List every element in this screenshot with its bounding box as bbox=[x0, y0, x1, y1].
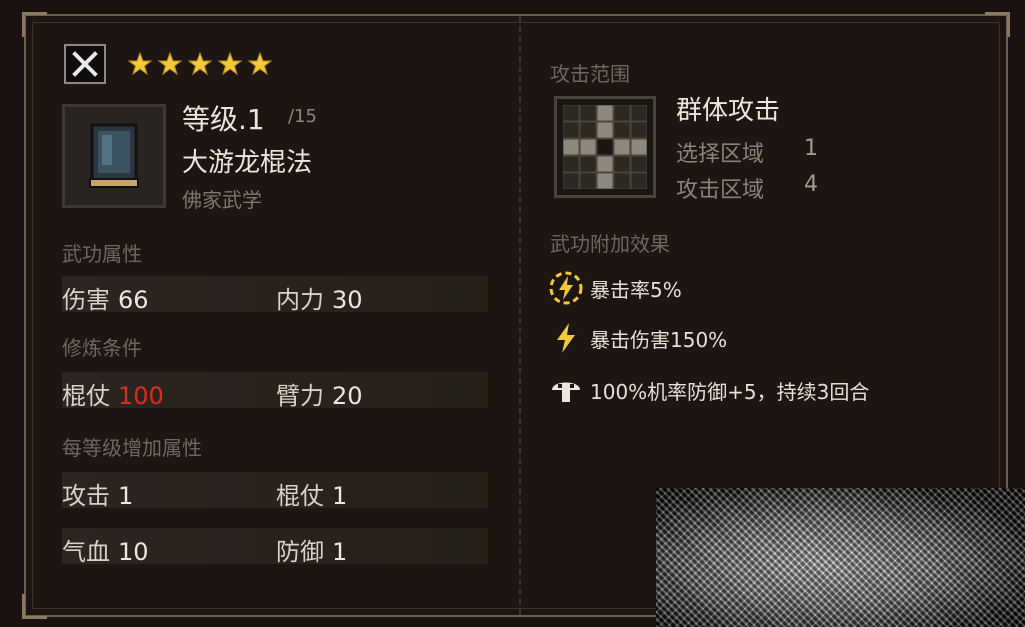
attack-area-label: 攻击区域 bbox=[676, 178, 765, 203]
range-pattern-icon bbox=[562, 104, 648, 190]
per-level-hp: 气血 10 bbox=[62, 532, 149, 567]
skill-school: 佛家武学 bbox=[182, 188, 262, 212]
stat-label: 内力 bbox=[276, 286, 324, 314]
skill-level-max: /15 bbox=[288, 106, 317, 127]
stat-label: 伤害 bbox=[62, 286, 110, 314]
effect-text: 暴击伤害150% bbox=[590, 327, 728, 352]
stat-value: 10 bbox=[118, 538, 149, 566]
stat-value-unmet: 100 bbox=[118, 382, 164, 410]
stat-value: 30 bbox=[332, 286, 363, 314]
per-level-defense: 防御 1 bbox=[276, 532, 347, 567]
stat-value: 66 bbox=[118, 286, 149, 314]
corner-ornament bbox=[22, 594, 47, 619]
attack-area-value: 4 bbox=[804, 172, 818, 197]
select-area-value: 1 bbox=[804, 136, 818, 161]
select-area: 选择区域 1 bbox=[676, 136, 818, 168]
per-level-attack: 攻击 1 bbox=[62, 476, 133, 511]
stat-label: 臂力 bbox=[276, 382, 324, 410]
panel-divider bbox=[519, 16, 521, 615]
corner-ornament bbox=[22, 12, 47, 37]
star-rating bbox=[128, 52, 272, 76]
effect-text: 暴击率5% bbox=[590, 277, 682, 302]
skill-item-slot[interactable] bbox=[62, 104, 166, 208]
select-area-label: 选择区域 bbox=[676, 142, 765, 167]
requirements-label: 修炼条件 bbox=[62, 336, 142, 360]
stat-damage: 伤害 66 bbox=[62, 280, 149, 315]
corner-ornament bbox=[985, 12, 1010, 37]
effect-item: 暴击率5% bbox=[546, 268, 682, 308]
stat-value: 1 bbox=[118, 482, 134, 510]
skill-name: 大游龙棍法 bbox=[182, 148, 313, 178]
stat-label: 气血 bbox=[62, 538, 110, 566]
star-icon bbox=[188, 52, 212, 76]
req-staff: 棍仗 100 bbox=[62, 376, 164, 411]
range-type: 群体攻击 bbox=[676, 96, 781, 126]
shield-mushroom-icon bbox=[546, 370, 586, 410]
attack-range-grid bbox=[554, 96, 656, 198]
close-button[interactable] bbox=[64, 44, 106, 84]
req-arm-strength: 臂力 20 bbox=[276, 376, 363, 411]
stat-label: 棍仗 bbox=[62, 382, 110, 410]
lightning-circle-icon bbox=[546, 268, 586, 308]
stat-label: 棍仗 bbox=[276, 482, 324, 510]
stat-inner-power: 内力 30 bbox=[276, 280, 363, 315]
effect-text: 100%机率防御+5，持续3回合 bbox=[590, 379, 870, 404]
noise-overlay bbox=[656, 488, 1025, 627]
requirements-row: 棍仗 100 臂力 20 bbox=[62, 372, 488, 411]
book-icon bbox=[89, 123, 139, 188]
skill-level: 等级.1 bbox=[182, 103, 265, 136]
lightning-icon bbox=[546, 318, 586, 358]
star-icon bbox=[248, 52, 272, 76]
stat-label: 防御 bbox=[276, 538, 324, 566]
stat-value: 1 bbox=[332, 482, 348, 510]
per-level-row: 攻击 1 棍仗 1 bbox=[62, 472, 488, 511]
attributes-row: 伤害 66 内力 30 bbox=[62, 276, 488, 315]
per-level-row: 气血 10 防御 1 bbox=[62, 528, 488, 567]
star-icon bbox=[128, 52, 152, 76]
stat-label: 攻击 bbox=[62, 482, 110, 510]
stat-value: 20 bbox=[332, 382, 363, 410]
per-level-staff: 棍仗 1 bbox=[276, 476, 347, 511]
effects-label: 武功附加效果 bbox=[550, 232, 670, 256]
star-icon bbox=[218, 52, 242, 76]
star-icon bbox=[158, 52, 182, 76]
attributes-label: 武功属性 bbox=[62, 242, 142, 266]
effect-item: 暴击伤害150% bbox=[546, 318, 727, 358]
attack-range-label: 攻击范围 bbox=[550, 62, 630, 86]
stat-value: 1 bbox=[332, 538, 348, 566]
per-level-label: 每等级增加属性 bbox=[62, 436, 202, 460]
close-icon bbox=[72, 51, 98, 77]
effect-item: 100%机率防御+5，持续3回合 bbox=[546, 370, 869, 410]
attack-area: 攻击区域 4 bbox=[676, 172, 818, 204]
